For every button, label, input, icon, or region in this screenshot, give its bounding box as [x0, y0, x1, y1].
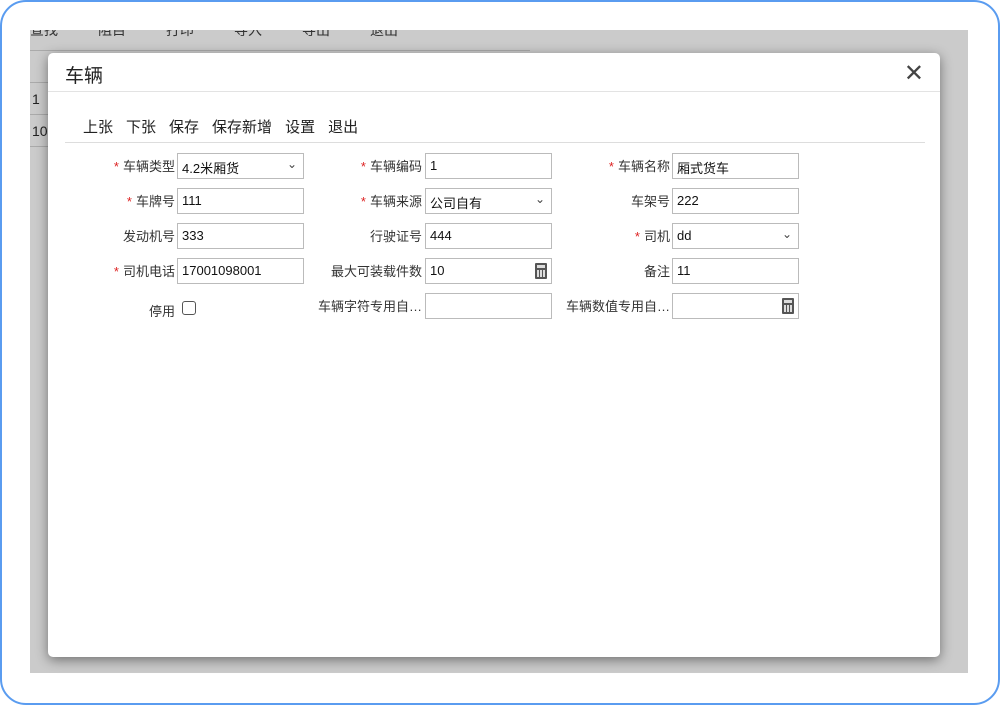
- dialog-toolbar: 上张 下张 保存 保存新增 设置 退出: [83, 116, 358, 137]
- chevron-down-icon[interactable]: ⌄: [782, 227, 792, 241]
- close-icon[interactable]: ✕: [904, 59, 924, 88]
- background-toolbar: 查找 阻目 打印 导入 导出 退出: [30, 30, 398, 40]
- divider: [48, 91, 940, 92]
- field-label: 车架号: [510, 191, 670, 210]
- toolbar-button[interactable]: 退出: [328, 116, 358, 137]
- background-toolbar-item: 查找: [30, 30, 58, 38]
- field-label: * 车辆类型: [15, 156, 175, 175]
- background-toolbar-item: 退出: [370, 30, 398, 38]
- calculator-icon[interactable]: [782, 298, 794, 314]
- field-label-text: 车辆类型: [122, 159, 175, 174]
- vehicle-dialog: 车辆 ✕ 上张 下张 保存 保存新增 设置 退出 * 车辆类型 4.2米厢货 ⌄ * 车辆编码 1 * 车…: [48, 53, 940, 657]
- toolbar-button[interactable]: 保存新增: [212, 116, 272, 137]
- field-label: * 车牌号: [15, 191, 175, 210]
- field-label-text: 车牌号: [135, 194, 175, 209]
- toolbar-button[interactable]: 下张: [126, 116, 156, 137]
- field-label-text: 停用: [148, 304, 175, 319]
- field-label: * 车辆来源: [262, 191, 422, 210]
- required-marker: *: [126, 194, 132, 209]
- field-label: * 车辆名称: [510, 156, 670, 175]
- field-value: 222: [677, 193, 699, 208]
- background-toolbar-item: 打印: [166, 30, 194, 38]
- field-label-text: 最大可装载件数: [330, 264, 422, 279]
- field-label: * 车辆编码: [262, 156, 422, 175]
- input-field[interactable]: 厢式货车: [672, 153, 799, 179]
- field-value: 1: [430, 158, 438, 173]
- toolbar-button[interactable]: 设置: [285, 116, 315, 137]
- input-field[interactable]: 11: [672, 258, 799, 284]
- field-label-text: 司机电话: [122, 264, 175, 279]
- input-field[interactable]: 222: [672, 188, 799, 214]
- field-label-text: 车辆数值专用自…: [565, 299, 670, 314]
- input-field[interactable]: [672, 293, 799, 319]
- field-value: 111: [182, 193, 202, 208]
- field-value: 333: [182, 228, 204, 243]
- toolbar-button[interactable]: 上张: [83, 116, 113, 137]
- field-label-text: 车辆字符专用自…: [317, 299, 422, 314]
- background-toolbar-item: 导入: [234, 30, 262, 38]
- field-label: 最大可装载件数: [262, 261, 422, 280]
- field-label-text: 发动机号: [122, 229, 175, 244]
- field-label-text: 车辆来源: [369, 194, 422, 209]
- field-label: * 司机电话: [15, 261, 175, 280]
- field-label-text: 备注: [643, 264, 670, 279]
- field-label-text: 车架号: [630, 194, 670, 209]
- field-label: 车辆数值专用自…: [510, 296, 670, 315]
- toolbar-button[interactable]: 保存: [169, 116, 199, 137]
- field-label: 车辆字符专用自…: [262, 296, 422, 315]
- field-label: 备注: [510, 261, 670, 280]
- disabled-checkbox[interactable]: [182, 301, 196, 315]
- field-value: 444: [430, 228, 452, 243]
- field-label-text: 车辆名称: [617, 159, 670, 174]
- field-value: 11: [677, 263, 691, 278]
- field-value: 17001098001: [182, 263, 262, 278]
- background-toolbar-item: 阻目: [98, 30, 126, 38]
- required-marker: *: [113, 264, 119, 279]
- field-label: 发动机号: [15, 226, 175, 245]
- field-label-text: 行驶证号: [369, 229, 422, 244]
- divider: [65, 142, 925, 143]
- required-marker: *: [634, 229, 640, 244]
- dialog-title: 车辆: [65, 66, 104, 87]
- select-field[interactable]: dd ⌄: [672, 223, 799, 249]
- field-label-text: 车辆编码: [369, 159, 422, 174]
- field-value: 公司自有: [430, 196, 483, 211]
- field-value: 10: [430, 263, 445, 278]
- field-label: * 司机: [510, 226, 670, 245]
- field-label: 停用: [15, 301, 175, 320]
- field-value: 4.2米厢货: [182, 161, 240, 176]
- field-label-text: 司机: [643, 229, 670, 244]
- background-toolbar-item: 导出: [302, 30, 330, 38]
- field-label: 行驶证号: [262, 226, 422, 245]
- required-marker: *: [113, 159, 119, 174]
- field-value: dd: [677, 228, 692, 243]
- required-marker: *: [360, 194, 366, 209]
- required-marker: *: [360, 159, 366, 174]
- field-value: 厢式货车: [677, 161, 730, 176]
- required-marker: *: [608, 159, 614, 174]
